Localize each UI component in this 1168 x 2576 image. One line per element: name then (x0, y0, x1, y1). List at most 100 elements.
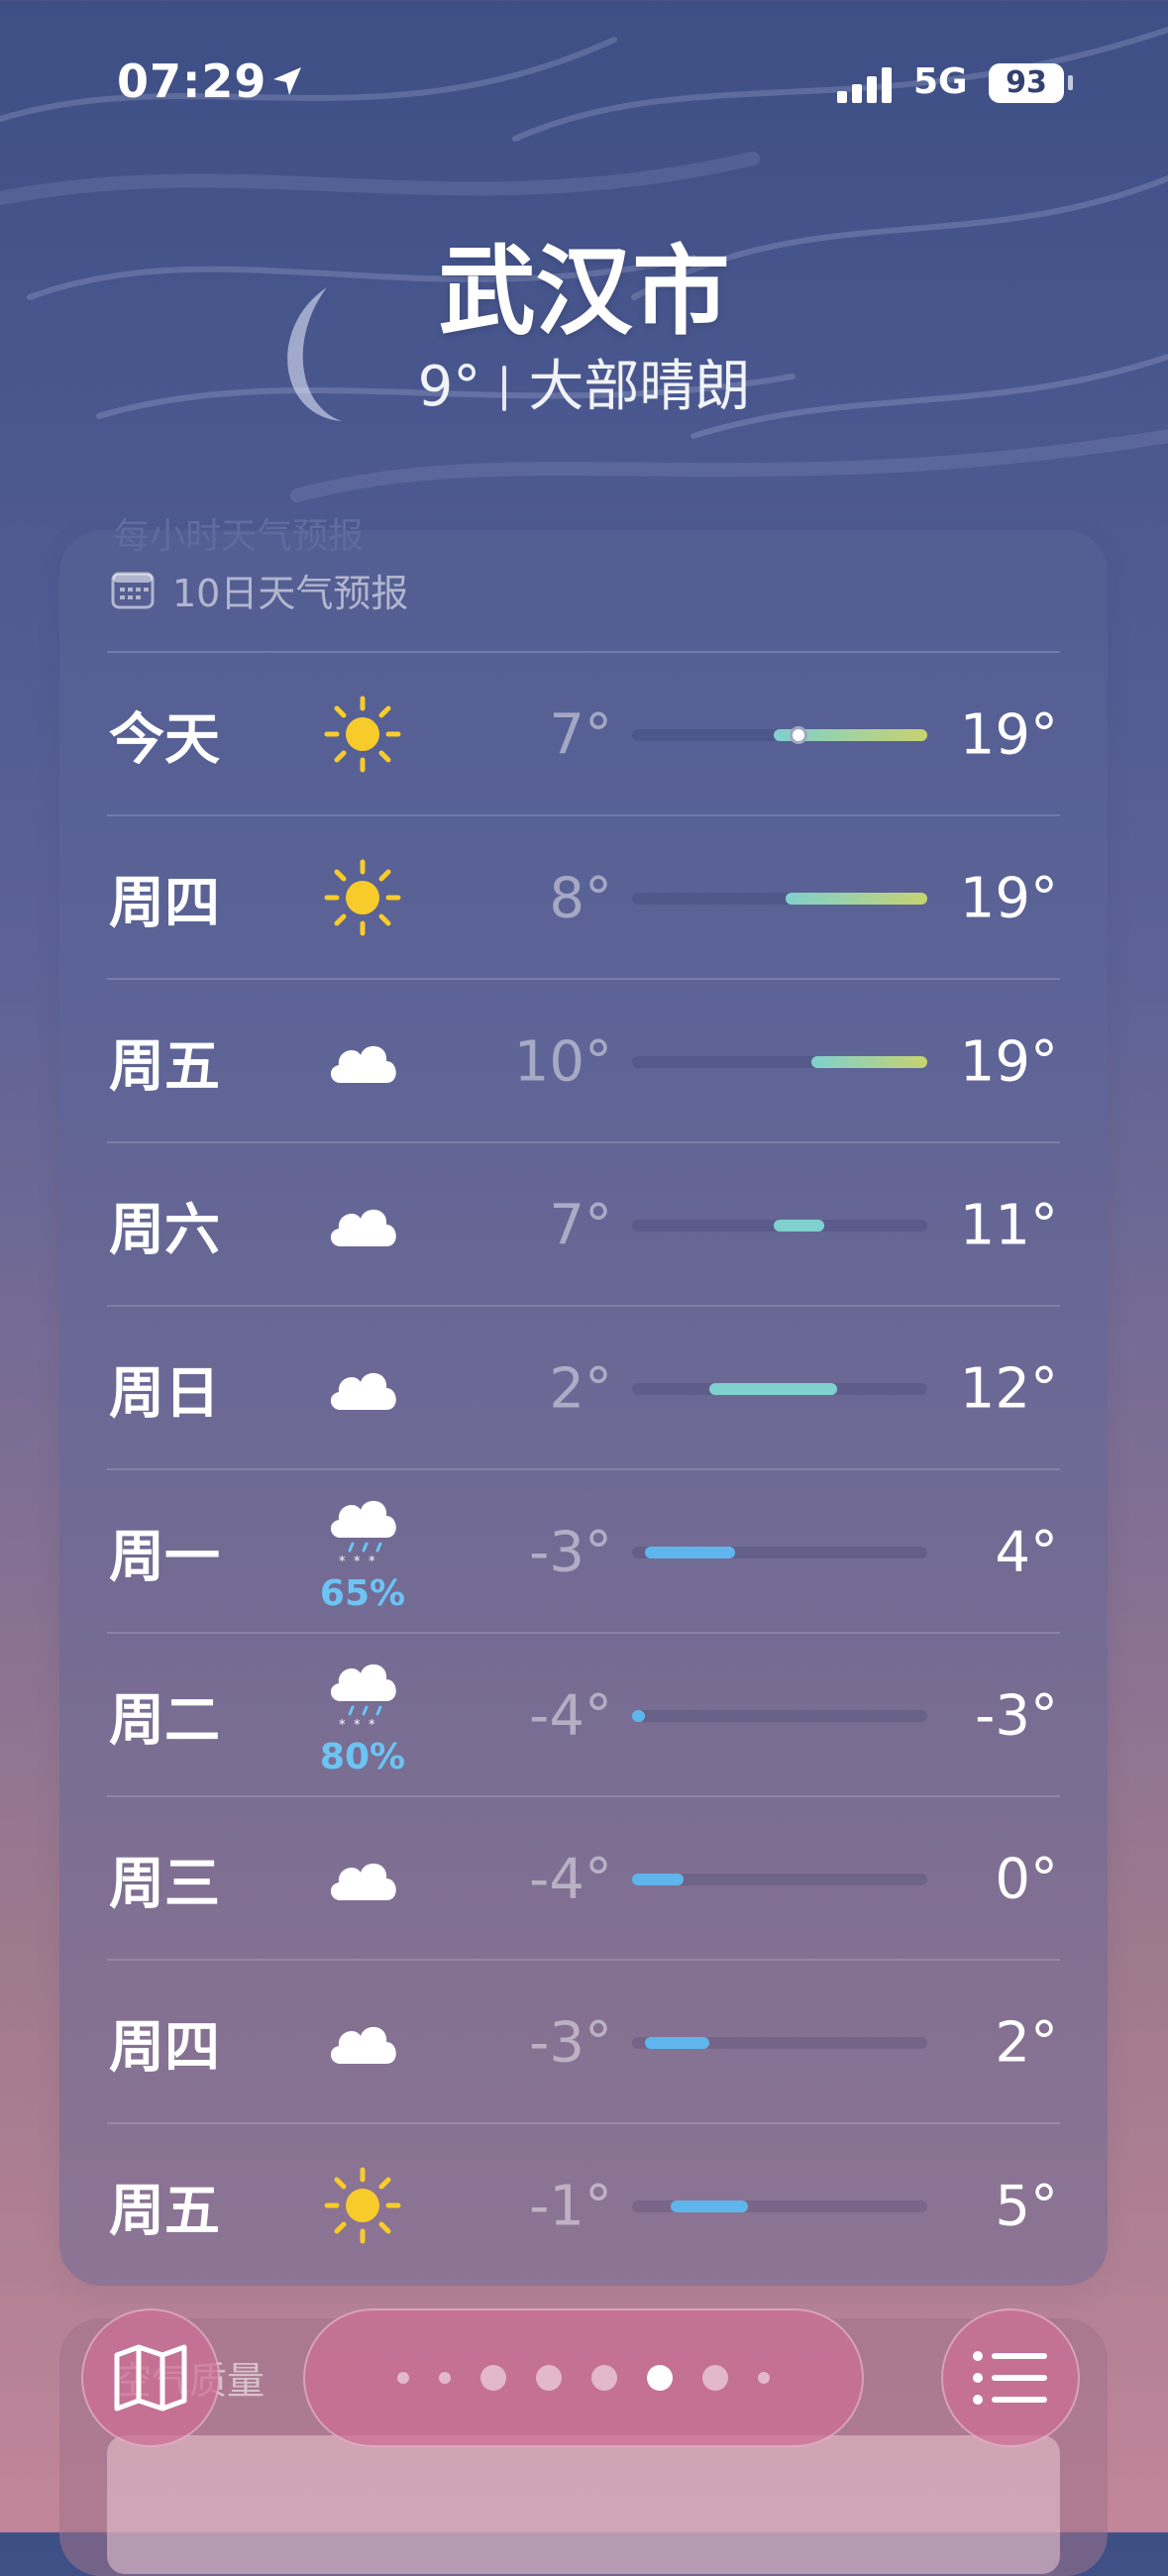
forecast-high: 4° (995, 1520, 1058, 1584)
forecast-high: 19° (959, 1029, 1058, 1094)
current-summary: 9° 大部晴朗 (0, 342, 1168, 422)
svg-text:*: * (354, 1555, 361, 1569)
svg-text:*: * (369, 1555, 375, 1569)
forecast-high: -3° (975, 1683, 1058, 1748)
forecast-row[interactable]: 周二 * * * 80% -4° -3° (107, 1634, 1060, 1797)
ten-day-forecast-card[interactable]: 10日天气预报 今天 7° 19° 周四 8° 19° 周五 10° 19° 周… (59, 530, 1108, 2286)
forecast-day: 今天 (109, 707, 220, 772)
forecast-high: 5° (995, 2174, 1058, 2238)
forecast-day: 周五 (109, 2179, 220, 2243)
sun-icon (323, 695, 402, 774)
forecast-low: -3° (529, 2010, 612, 2075)
forecast-day: 周二 (109, 1688, 220, 1753)
page-dot[interactable] (591, 2365, 617, 2391)
cloud-icon (323, 1839, 402, 1918)
temperature-range-bar (632, 1055, 927, 1068)
temperature-range-fill (644, 1546, 735, 1558)
temperature-range-bar (632, 725, 927, 744)
forecast-low: -4° (529, 1683, 612, 1748)
cellular-signal-icon (837, 67, 892, 103)
precipitation-chance: 65% (319, 1573, 406, 1614)
forecast-low: 10° (513, 1029, 612, 1094)
temperature-range-bar (632, 2036, 927, 2049)
cloud-icon (323, 1348, 402, 1428)
city-name: 武汉市 (438, 236, 730, 349)
svg-text:*: * (339, 1555, 346, 1569)
temperature-range-bar (632, 1709, 927, 1722)
battery-tip (1068, 75, 1073, 90)
temperature-range-bar (632, 1873, 927, 1885)
network-type: 5G (913, 61, 968, 102)
forecast-day: 周五 (109, 1034, 220, 1099)
forecast-row[interactable]: 周三 -4° 0° (107, 1797, 1060, 1961)
temperature-range-fill (786, 892, 927, 905)
forecast-low: 2° (549, 1356, 612, 1421)
forecast-low: -1° (529, 2174, 612, 2238)
forecast-low: 8° (549, 866, 612, 930)
forecast-day: 周日 (109, 1361, 220, 1426)
status-bar: 07:29 5G 93 (0, 0, 1168, 168)
page-dot[interactable] (536, 2365, 562, 2391)
map-button[interactable] (81, 2308, 220, 2447)
sun-icon (323, 858, 402, 937)
page-dot[interactable] (480, 2365, 506, 2391)
forecast-low: 7° (549, 1193, 612, 1257)
forecast-high: 19° (959, 702, 1058, 767)
temperature-range-fill (708, 1382, 838, 1395)
page-dot[interactable] (397, 2372, 409, 2384)
forecast-day: 周一 (109, 1525, 220, 1589)
temperature-range-fill (644, 2036, 709, 2049)
sun-icon (323, 2166, 402, 2245)
temperature-range-fill (773, 1219, 825, 1232)
forecast-low: 7° (549, 702, 612, 767)
page-dot[interactable] (702, 2365, 728, 2391)
forecast-row[interactable]: 今天 7° 19° (107, 653, 1060, 816)
forecast-day: 周四 (109, 2015, 220, 2080)
cloud-icon (323, 1185, 402, 1264)
temperature-range-bar (632, 2200, 927, 2212)
forecast-day: 周三 (109, 1852, 220, 1916)
temperature-range-bar (632, 1219, 927, 1232)
map-icon (114, 2344, 187, 2412)
temperature-range-fill (670, 2200, 748, 2212)
cloud-icon (323, 1021, 402, 1101)
cloud-icon (323, 2002, 402, 2082)
forecast-high: 2° (995, 2010, 1058, 2075)
location-arrow-icon (273, 67, 301, 95)
page-dot[interactable] (758, 2372, 770, 2384)
forecast-low: -3° (529, 1520, 612, 1584)
forecast-row[interactable]: 周六 7° 11° (107, 1143, 1060, 1307)
snow-cloud-icon: * * * (323, 1494, 402, 1573)
precipitation-chance: 80% (319, 1737, 406, 1777)
battery-indicator: 93 (989, 63, 1064, 103)
temperature-range-fill (632, 1709, 645, 1722)
current-temperature: 9° (417, 355, 481, 419)
temperature-range-bar (632, 1382, 927, 1395)
forecast-row[interactable]: 周一 * * * 65% -3° 4° (107, 1470, 1060, 1634)
city-list-button[interactable] (941, 2308, 1080, 2447)
forecast-high: 19° (959, 866, 1058, 930)
page-indicator[interactable] (303, 2308, 864, 2447)
forecast-high: 0° (995, 1847, 1058, 1911)
summary-separator (502, 366, 507, 411)
current-temperature-marker (790, 725, 808, 744)
forecast-row[interactable]: 周五 -1° 5° (107, 2124, 1060, 2288)
status-time: 07:29 (117, 54, 267, 108)
forecast-card-header: 10日天气预报 (111, 565, 409, 615)
temperature-range-bar (632, 892, 927, 905)
forecast-card-title: 10日天气预报 (172, 571, 409, 615)
page-dot[interactable] (439, 2372, 451, 2384)
page-dot-active[interactable] (647, 2365, 673, 2391)
list-icon (973, 2351, 1047, 2405)
forecast-row[interactable]: 周五 10° 19° (107, 980, 1060, 1143)
forecast-high: 11° (959, 1193, 1058, 1257)
forecast-high: 12° (959, 1356, 1058, 1421)
forecast-row[interactable]: 周四 -3° 2° (107, 1961, 1060, 2124)
forecast-row[interactable]: 周四 8° 19° (107, 816, 1060, 980)
temperature-range-fill (811, 1055, 927, 1068)
temperature-range-fill (632, 1873, 684, 1885)
forecast-day: 周六 (109, 1198, 220, 1262)
forecast-low: -4° (529, 1847, 612, 1911)
air-quality-map (107, 2435, 1060, 2574)
forecast-row[interactable]: 周日 2° 12° (107, 1307, 1060, 1470)
